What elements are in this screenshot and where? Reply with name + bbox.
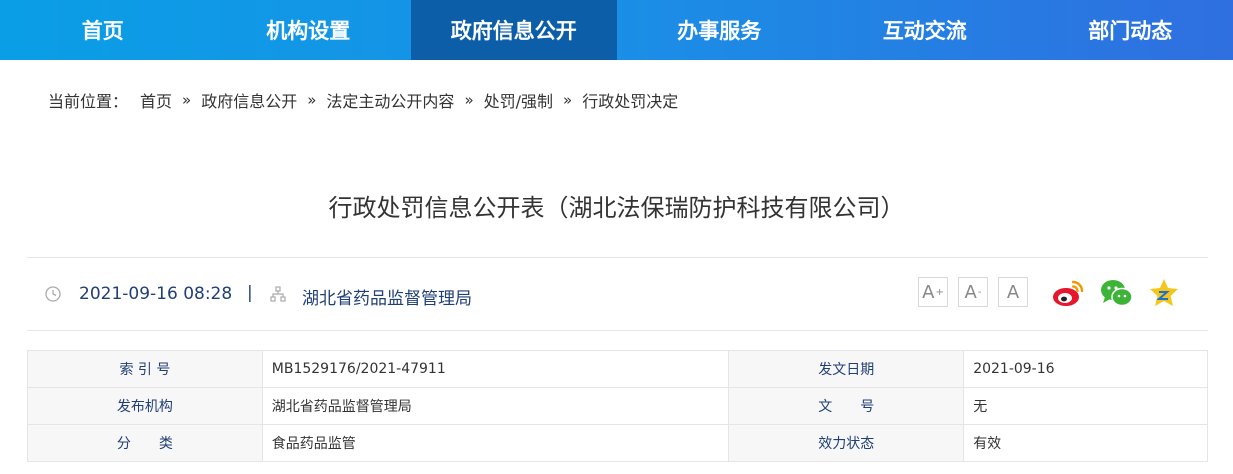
breadcrumb-item-home[interactable]: 首页 <box>140 88 172 112</box>
table-row: 发布机构 湖北省药品监督管理局 文 号 无 <box>27 387 1208 425</box>
font-decrease-letter: A <box>964 281 977 303</box>
publish-date: 2021-09-16 08:28 <box>79 284 233 304</box>
font-increase-letter: A <box>922 281 935 303</box>
article-meta-bar: 2021-09-16 08:28 | 湖北省药品监督管理局 A + A- A <box>27 257 1208 331</box>
nav-home[interactable]: 首页 <box>0 0 206 60</box>
font-increase-button[interactable]: A + <box>918 277 948 307</box>
meta-divider: | <box>247 283 253 303</box>
breadcrumb-item-statutory-content[interactable]: 法定主动公开内容 <box>326 88 454 112</box>
label-index-number: 索 引 号 <box>27 350 263 388</box>
font-decrease-button[interactable]: A- <box>958 277 988 307</box>
info-table: 索 引 号 MB1529176/2021-47911 发文日期 2021-09-… <box>27 350 1208 462</box>
publisher-name: 湖北省药品监督管理局 <box>302 289 472 309</box>
nav-gov-info-disclosure[interactable]: 政府信息公开 <box>411 0 617 60</box>
value-issue-date: 2021-09-16 <box>963 350 1208 388</box>
main-nav: 首页 机构设置 政府信息公开 办事服务 互动交流 部门动态 <box>0 0 1233 60</box>
font-increase-mark: + <box>935 286 944 298</box>
nav-services[interactable]: 办事服务 <box>617 0 823 60</box>
label-issue-date: 发文日期 <box>728 350 965 388</box>
wechat-icon[interactable] <box>1100 277 1134 309</box>
nav-interaction[interactable]: 互动交流 <box>822 0 1028 60</box>
label-document-number: 文 号 <box>728 387 965 425</box>
breadcrumb-separator: » <box>307 91 317 109</box>
breadcrumb-separator: » <box>563 91 573 109</box>
font-reset-letter: A <box>1006 281 1020 303</box>
weibo-icon[interactable] <box>1051 277 1085 309</box>
value-publisher: 湖北省药品监督管理局 <box>261 387 730 425</box>
table-row: 分 类 食品药品监管 效力状态 有效 <box>27 424 1208 462</box>
nav-organization[interactable]: 机构设置 <box>206 0 412 60</box>
organization-icon <box>270 286 286 302</box>
breadcrumb-item-penalty-decision[interactable]: 行政处罚决定 <box>582 88 678 112</box>
clock-icon <box>45 286 61 302</box>
breadcrumb-separator: » <box>464 91 474 109</box>
favorite-star-icon[interactable] <box>1147 277 1181 309</box>
breadcrumb-item-gov-info[interactable]: 政府信息公开 <box>201 88 297 112</box>
breadcrumb-prefix: 当前位置： <box>48 92 129 111</box>
page-title: 行政处罚信息公开表（湖北法保瑞防护科技有限公司） <box>328 194 905 222</box>
value-index-number: MB1529176/2021-47911 <box>261 350 730 388</box>
nav-department-news[interactable]: 部门动态 <box>1028 0 1233 60</box>
label-category: 分 类 <box>27 424 263 462</box>
table-row: 索 引 号 MB1529176/2021-47911 发文日期 2021-09-… <box>27 350 1208 388</box>
label-validity-status: 效力状态 <box>728 424 965 462</box>
breadcrumb-item-penalty[interactable]: 处罚/强制 <box>484 88 553 112</box>
font-reset-button[interactable]: A <box>998 277 1028 307</box>
breadcrumb-separator: » <box>182 91 192 109</box>
value-validity-status: 有效 <box>963 424 1208 462</box>
label-publisher: 发布机构 <box>27 387 263 425</box>
breadcrumb: 当前位置： 首页 » 政府信息公开 » 法定主动公开内容 » 处罚/强制 » 行… <box>48 88 678 112</box>
font-decrease-mark: - <box>977 286 982 298</box>
value-category: 食品药品监管 <box>261 424 730 462</box>
value-document-number: 无 <box>963 387 1208 425</box>
